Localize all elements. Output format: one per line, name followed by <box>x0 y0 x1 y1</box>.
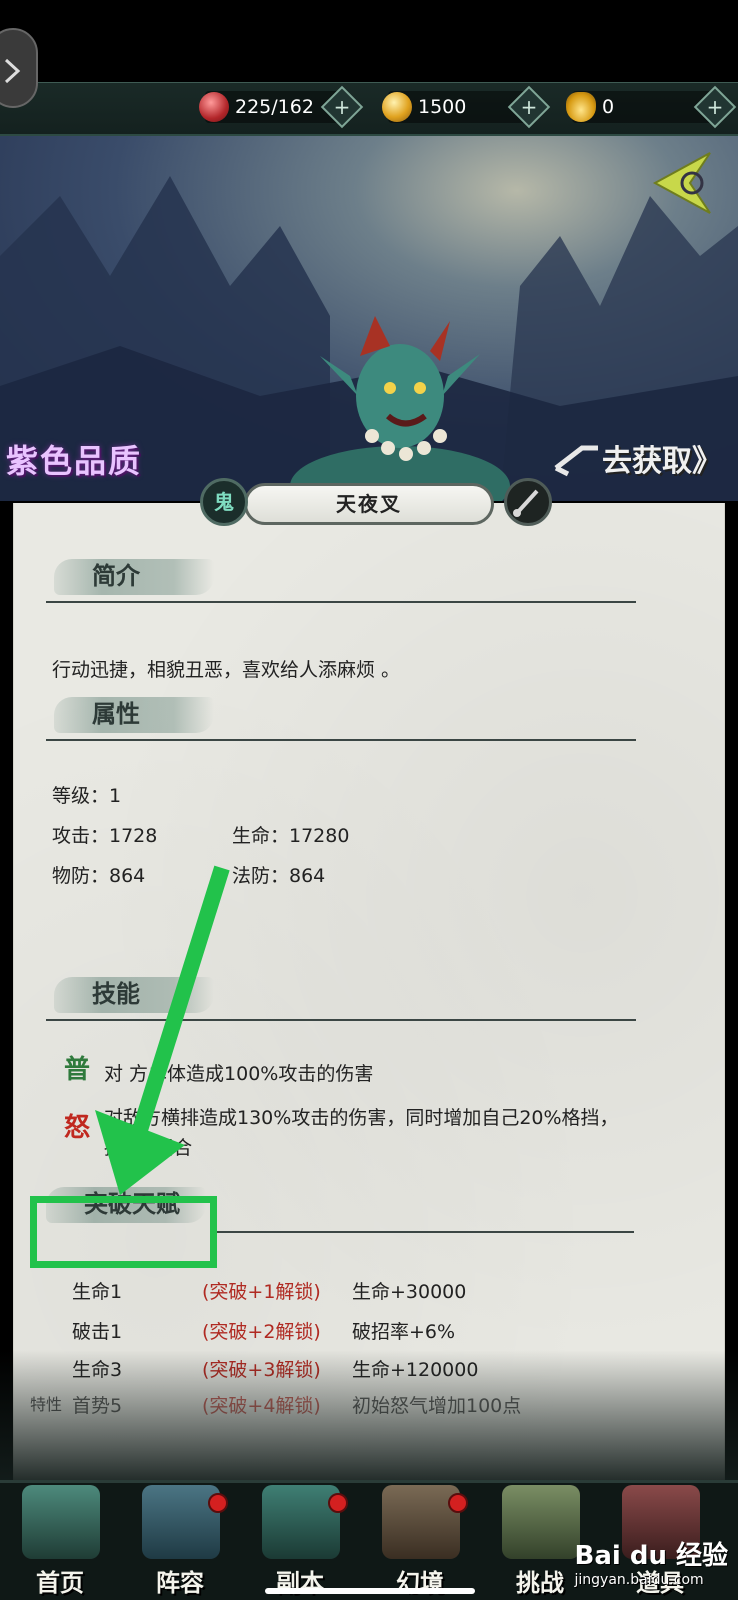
resource-bar: 225/162 + 1500 + 0 + <box>0 82 738 136</box>
stamina-value: 225/162 <box>235 96 314 118</box>
chevron-right-icon <box>4 58 21 84</box>
notification-dot <box>328 1493 348 1513</box>
faction-emblem-icon[interactable] <box>650 148 720 218</box>
crossed-swords-icon <box>382 1485 460 1559</box>
brush-icon <box>513 489 539 517</box>
trait-label: 特性 <box>30 1395 63 1414</box>
red-orb-icon <box>199 92 229 122</box>
add-ingots-button[interactable]: + <box>693 85 737 129</box>
attr-mdef: 法防：864 <box>232 865 326 887</box>
obtain-arrow: 》 <box>692 444 722 479</box>
talent-unlock: (突破+3解锁) <box>202 1359 321 1381</box>
nav-lineup[interactable]: 阵容 <box>128 1483 232 1600</box>
talent-unlock: (突破+4解锁) <box>202 1395 321 1417</box>
talent-effect: 生命+120000 <box>352 1359 479 1381</box>
divider <box>46 601 636 603</box>
intro-text: 行动迅捷，相貌丑恶，喜欢给人添麻烦 。 <box>52 659 401 681</box>
scroll-map-icon <box>502 1485 580 1559</box>
brush-button[interactable] <box>504 478 552 526</box>
ingot-resource: 0 + <box>566 85 737 129</box>
hero-name: 天夜叉 <box>244 483 494 525</box>
attr-attack: 攻击：1728 <box>52 825 158 847</box>
green-arrow-annotation <box>95 865 230 1195</box>
scroll-book-icon <box>142 1485 220 1559</box>
talent-effect: 初始怒气增加100点 <box>352 1395 522 1417</box>
nav-illusion[interactable]: 幻境 <box>368 1483 472 1600</box>
nav-dungeon[interactable]: 副本 <box>248 1483 352 1600</box>
notification-dot <box>448 1493 468 1513</box>
sword-icon <box>262 1485 340 1559</box>
intro-section-title: 简介 <box>44 549 344 603</box>
talent-name: 生命1 <box>72 1281 123 1303</box>
yaksha-creature-art <box>290 316 510 501</box>
notification-dot <box>208 1493 228 1513</box>
talent-effect: 生命+30000 <box>352 1281 467 1303</box>
back-button[interactable] <box>0 28 38 108</box>
obtain-button[interactable]: 去获取 》 <box>552 436 722 480</box>
attr-hp: 生命：17280 <box>232 825 350 847</box>
hero-portrait-area: 紫色品质 去获取 》 <box>0 136 738 501</box>
home-indicator[interactable] <box>265 1588 475 1594</box>
status-bar <box>0 0 738 82</box>
highlight-box <box>30 1196 217 1268</box>
add-stamina-button[interactable]: + <box>320 85 364 129</box>
coin-value: 1500 <box>418 96 467 118</box>
hook-icon <box>554 445 598 477</box>
gold-ingot-icon <box>566 92 596 122</box>
add-coins-button[interactable]: + <box>507 85 551 129</box>
talent-name: 生命3 <box>72 1359 123 1381</box>
coin-icon <box>382 92 412 122</box>
talent-name: 破击1 <box>72 1321 123 1343</box>
ghost-type-badge: 鬼 <box>200 478 248 526</box>
coin-resource: 1500 + <box>382 85 551 129</box>
talent-unlock: (突破+2解锁) <box>202 1321 321 1343</box>
palace-icon <box>22 1485 100 1559</box>
nav-home[interactable]: 首页 <box>8 1483 112 1600</box>
attr-section-title: 属性 <box>44 687 344 741</box>
stamina-resource: 225/162 + <box>199 85 364 129</box>
talent-name: 首势5 <box>72 1395 123 1417</box>
ingot-value: 0 <box>602 96 615 118</box>
attr-level: 等级：1 <box>52 785 122 807</box>
quality-label: 紫色品质 <box>6 442 143 480</box>
talent-effect: 破招率+6% <box>352 1321 456 1343</box>
divider <box>214 1231 634 1233</box>
talent-unlock: (突破+1解锁) <box>202 1281 321 1303</box>
watermark: Bai du 经验 jingyan.baidu.com <box>574 1541 729 1588</box>
obtain-label: 去获取 <box>602 444 692 479</box>
divider <box>46 739 636 741</box>
